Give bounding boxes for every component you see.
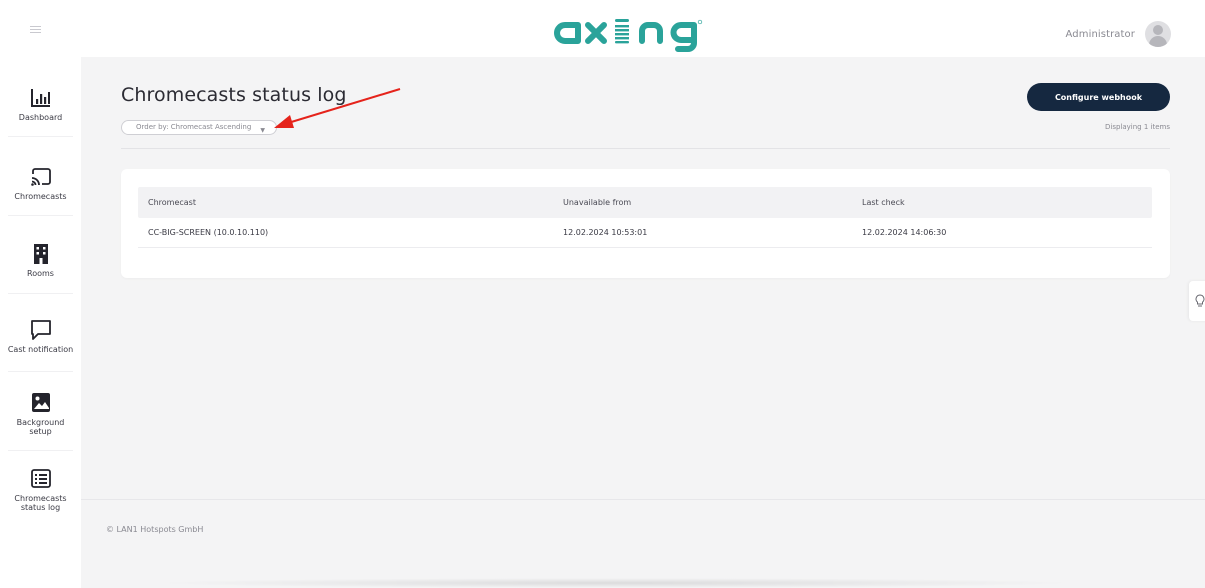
building-icon: [33, 244, 48, 264]
sidebar-item-label-line2: setup: [29, 427, 52, 436]
footer-copyright: © LAN1 Hotspots GmbH: [106, 525, 204, 534]
axing-logo: [554, 19, 703, 52]
sidebar-item-status-log[interactable]: Chromecasts status log: [0, 468, 81, 512]
sidebar: Dashboard Chromecasts Rooms Cast notific…: [0, 57, 81, 588]
cell-unavailable-from: 12.02.2024 10:53:01: [563, 228, 648, 237]
column-header-last-check[interactable]: Last check: [862, 187, 905, 218]
sidebar-item-background-setup[interactable]: Background setup: [0, 392, 81, 436]
displaying-count: Displaying 1 items: [1105, 123, 1170, 131]
list-icon: [30, 469, 51, 488]
help-tip-button[interactable]: [1189, 281, 1205, 321]
configure-webhook-button[interactable]: Configure webhook: [1027, 83, 1170, 111]
red-arrow-annotation: [274, 88, 401, 128]
caret-down-icon: ▼: [260, 127, 265, 134]
sidebar-item-dashboard[interactable]: Dashboard: [0, 87, 81, 122]
avatar[interactable]: [1145, 21, 1171, 47]
sidebar-item-rooms[interactable]: Rooms: [0, 243, 81, 278]
cast-icon: [30, 168, 51, 186]
footer-divider: [81, 499, 1205, 500]
user-name: Administrator: [1065, 28, 1135, 40]
message-icon: [30, 320, 51, 340]
sidebar-item-label: Cast notification: [7, 345, 74, 354]
sidebar-item-label: Dashboard: [18, 113, 63, 122]
menu-toggle-icon[interactable]: [30, 26, 41, 34]
sidebar-item-label: Rooms: [27, 269, 54, 278]
divider: [121, 148, 1170, 149]
column-header-unavailable-from[interactable]: Unavailable from: [563, 187, 631, 218]
cell-last-check: 12.02.2024 14:06:30: [862, 228, 947, 237]
sidebar-item-cast-notification[interactable]: Cast notification: [0, 319, 81, 354]
sidebar-item-label-line1: Background: [16, 418, 65, 427]
cell-chromecast: CC-BIG-SCREEN (10.0.10.110): [148, 228, 269, 237]
bar-chart-icon: [30, 89, 50, 107]
sidebar-item-label-line2: status log: [20, 503, 61, 512]
user-menu[interactable]: Administrator: [1066, 21, 1171, 47]
sidebar-item-chromecasts[interactable]: Chromecasts: [0, 166, 81, 201]
lightbulb-icon: [1195, 294, 1205, 307]
status-log-table-card: Chromecast Unavailable from Last check C…: [121, 169, 1170, 278]
image-icon: [31, 393, 50, 412]
sidebar-item-label: Chromecasts: [14, 192, 67, 201]
column-header-chromecast[interactable]: Chromecast: [148, 187, 196, 218]
bottom-shadow: [150, 578, 1080, 588]
table-row[interactable]: CC-BIG-SCREEN (10.0.10.110) 12.02.2024 1…: [138, 218, 1152, 248]
sidebar-item-label-line1: Chromecasts: [14, 494, 67, 503]
order-by-value: Order by: Chromecast Ascending: [136, 123, 252, 131]
table-header: Chromecast Unavailable from Last check: [138, 187, 1152, 218]
top-bar: Administrator: [0, 0, 1205, 57]
order-by-select[interactable]: Order by: Chromecast Ascending ▼: [121, 120, 277, 135]
